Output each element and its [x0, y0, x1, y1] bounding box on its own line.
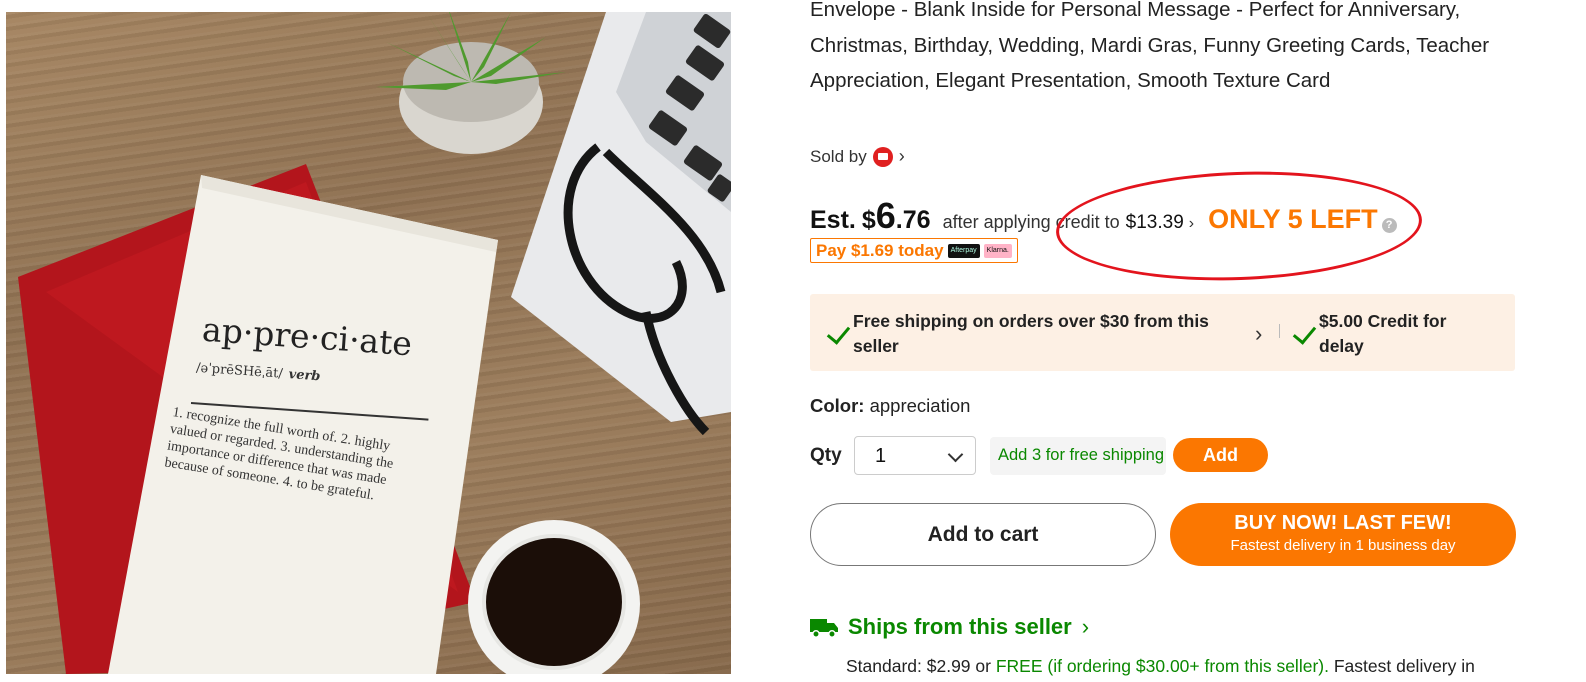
- qty-label: Qty: [810, 445, 842, 466]
- ships-from-seller[interactable]: Ships from this seller ›: [810, 614, 1089, 640]
- chevron-right-icon: ›: [1081, 614, 1090, 639]
- store-icon: [872, 146, 893, 167]
- shipping-promo-box[interactable]: Free shipping on orders over $30 from th…: [810, 294, 1515, 371]
- est-label: Est.: [810, 206, 856, 234]
- standard-prefix: Standard: $2.99 or: [846, 656, 991, 676]
- card-definition: 1. recognize the full worth of. 2. highl…: [163, 404, 395, 504]
- annotation-circle: [1054, 165, 1424, 287]
- divider: [1279, 324, 1280, 338]
- pay-today-badge[interactable]: Pay $1.69 today Afterpay Klarna.: [810, 238, 1018, 263]
- chevron-right-icon: ›: [898, 146, 905, 166]
- price-cents: .76: [895, 206, 931, 234]
- sold-by-label: Sold by: [810, 146, 867, 166]
- add-to-cart-button[interactable]: Add to cart: [810, 503, 1156, 566]
- free-shipping-hint: Add 3 for free shipping: [990, 437, 1166, 475]
- afterpay-logo: Afterpay: [947, 243, 980, 258]
- card-word: ap·pre·ci·ate: [200, 309, 414, 364]
- free-shipping-text: Free shipping on orders over $30 from th…: [853, 311, 1209, 356]
- standard-suffix: Fastest delivery in: [1333, 656, 1475, 676]
- ships-from-label: Ships from this seller: [848, 614, 1072, 639]
- price-whole: 6: [875, 195, 896, 236]
- color-label: Color:: [810, 395, 865, 416]
- credit-delay-text: $5.00 Credit for delay: [1319, 311, 1447, 356]
- quantity-value: 1: [875, 445, 887, 467]
- chevron-down-icon: [947, 446, 964, 463]
- free-shipping-hint-text: Add 3 for free shipping: [998, 446, 1165, 464]
- pay-today-text: Pay $1.69 today: [816, 240, 944, 260]
- part-of-speech: verb: [288, 367, 321, 385]
- truck-icon: [810, 619, 838, 638]
- buy-now-label: BUY NOW! LAST FEW!: [1234, 512, 1452, 534]
- check-icon: [1292, 320, 1317, 345]
- currency-symbol: $: [861, 206, 876, 234]
- quantity-select[interactable]: 1: [854, 436, 976, 475]
- klarna-logo: Klarna.: [983, 243, 1012, 258]
- buy-now-subtext: Fastest delivery in 1 business day: [1230, 537, 1456, 554]
- product-image[interactable]: ap·pre·ci·ate /əˈprēSHēˌāt/verb 1. recog…: [6, 12, 731, 674]
- add-more-button[interactable]: Add: [1173, 438, 1268, 472]
- color-value: appreciation: [869, 395, 971, 416]
- chevron-right-icon[interactable]: ›: [1255, 321, 1262, 347]
- card-pronunciation: /əˈprēSHēˌāt/verb: [196, 361, 321, 385]
- buy-now-button[interactable]: BUY NOW! LAST FEW! Fastest delivery in 1…: [1170, 503, 1516, 566]
- color-selection: Color: appreciation: [810, 395, 970, 417]
- check-icon: [826, 320, 851, 345]
- pronunciation-text: /əˈprēSHēˌāt/: [195, 360, 284, 382]
- sold-by[interactable]: Sold by ›: [810, 146, 905, 167]
- product-title: Envelope - Blank Inside for Personal Mes…: [810, 0, 1490, 92]
- standard-free-link[interactable]: FREE (if ordering $30.00+ from this sell…: [996, 656, 1329, 676]
- standard-shipping-info: Standard: $2.99 or FREE (if ordering $30…: [846, 656, 1475, 677]
